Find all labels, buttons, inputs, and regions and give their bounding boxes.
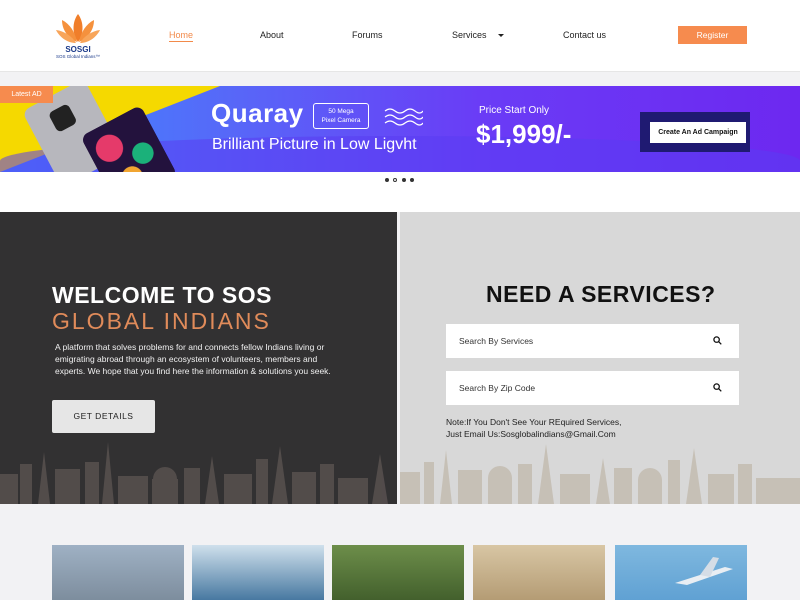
airplane-icon xyxy=(675,557,733,585)
camera-badge-line2: Pixel Camera xyxy=(321,117,361,124)
welcome-description: A platform that solves problems for and … xyxy=(55,342,331,376)
camera-badge: 50 Mega Pixel Camera xyxy=(313,103,369,129)
nav-forums[interactable]: Forums xyxy=(352,30,383,40)
nav-home[interactable]: Home xyxy=(169,30,194,42)
get-details-button[interactable]: GET DETAILS xyxy=(52,400,155,433)
site-logo[interactable]: SOSGI SOS Global Indians™ xyxy=(50,12,106,62)
logo-text: SOSGI xyxy=(65,45,91,54)
carousel-dots xyxy=(385,178,417,183)
nav-about[interactable]: About xyxy=(260,30,284,40)
search-zip-input[interactable]: Search By Zip Code xyxy=(446,371,739,405)
services-title: NEED A SERVICES? xyxy=(486,281,716,307)
feature-card-image[interactable] xyxy=(615,545,747,600)
search-services-input[interactable]: Search By Services xyxy=(446,324,739,358)
phone-camera xyxy=(47,103,78,133)
carousel-dot[interactable] xyxy=(393,178,397,182)
carousel-dot[interactable] xyxy=(410,178,414,182)
carousel-dot[interactable] xyxy=(402,178,406,182)
banner-tagline: Brilliant Picture in Low Ligvht xyxy=(212,136,417,153)
search-icon[interactable] xyxy=(713,336,722,345)
city-skyline-image xyxy=(400,444,800,504)
price-label: Price Start Only xyxy=(479,105,550,116)
camera-badge-line1: 50 Mega xyxy=(328,108,354,115)
latest-ad-tag: Latest AD xyxy=(0,86,53,103)
city-skyline-image xyxy=(0,442,388,504)
feature-card-image[interactable] xyxy=(473,545,605,600)
carousel-dot[interactable] xyxy=(385,178,389,182)
search-services-placeholder: Search By Services xyxy=(459,336,534,346)
welcome-subtitle: GLOBAL INDIANS xyxy=(52,308,271,334)
waves-icon xyxy=(384,108,423,126)
search-zip-placeholder: Search By Zip Code xyxy=(459,383,536,393)
services-note-line1: Note:If You Don't See Your REquired Serv… xyxy=(446,417,622,427)
feature-card-image[interactable] xyxy=(332,545,464,600)
banner-brand: Quaray xyxy=(211,98,304,128)
lotus-logo-icon xyxy=(56,14,100,43)
nav-services[interactable]: Services xyxy=(452,30,487,40)
register-button[interactable]: Register xyxy=(678,26,747,44)
welcome-panel: WELCOME TO SOS GLOBAL INDIANS A platform… xyxy=(0,212,397,504)
logo-subtext: SOS Global Indians™ xyxy=(55,54,101,59)
nav-contact[interactable]: Contact us xyxy=(563,30,606,40)
welcome-title: WELCOME TO SOS xyxy=(52,282,272,308)
create-ad-campaign-button[interactable]: Create An Ad Campaign xyxy=(649,121,747,144)
feature-card-image[interactable] xyxy=(52,545,184,600)
chevron-down-icon[interactable] xyxy=(498,34,504,37)
feature-card-image[interactable] xyxy=(192,545,324,600)
site-header: SOSGI SOS Global Indians™ Home About For… xyxy=(0,0,800,72)
price-value: $1,999/- xyxy=(476,119,572,149)
services-panel: NEED A SERVICES? Search By Services Sear… xyxy=(400,212,800,504)
search-icon[interactable] xyxy=(713,383,722,392)
